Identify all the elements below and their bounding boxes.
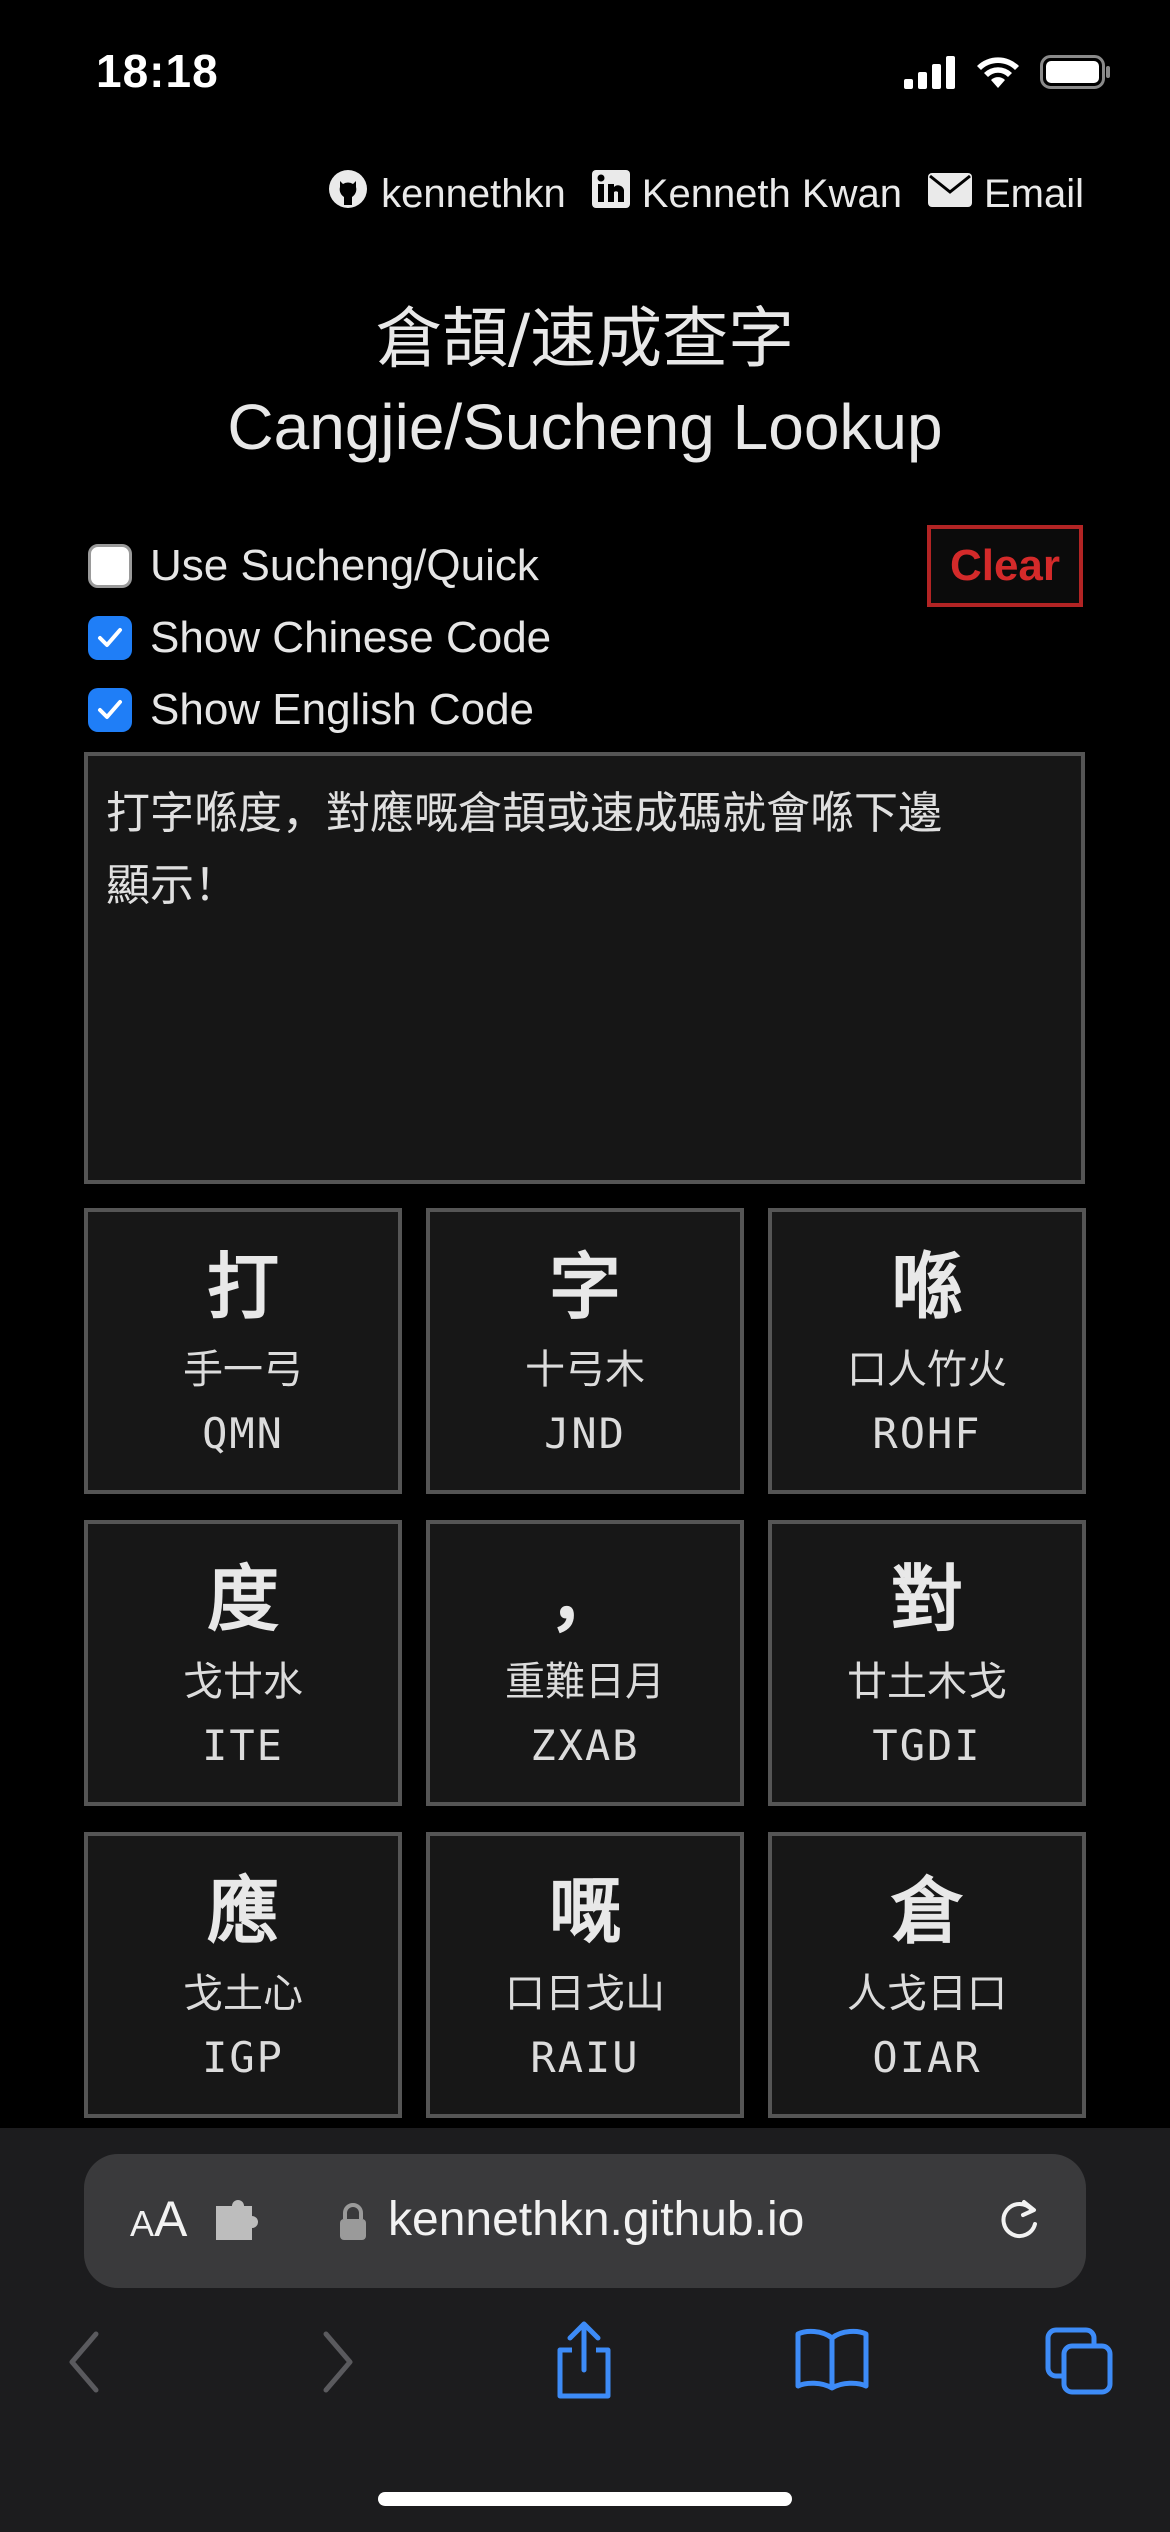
options-panel: Use Sucheng/Quick Show Chinese Code Show… — [88, 530, 551, 746]
card-english-code: ROHF — [872, 1408, 982, 1458]
sucheng-option[interactable]: Use Sucheng/Quick — [88, 530, 551, 602]
linkedin-link-label: Kenneth Kwan — [641, 171, 902, 216]
card-chinese-code: 人戈日口 — [847, 1970, 1007, 2017]
card-english-code: OIAR — [872, 2032, 982, 2082]
card-character: ， — [548, 1556, 621, 1641]
card-english-code: QMN — [202, 1408, 284, 1458]
card-character: 倉 — [890, 1868, 963, 1953]
github-link[interactable]: kennethkn — [327, 168, 566, 220]
result-card: 嘅 口日戈山 RAIU — [426, 1832, 744, 2118]
placeholder-line-1: 打字喺度，對應嘅倉頡或速成碼就會喺下邊 — [106, 788, 942, 839]
github-link-label: kennethkn — [381, 171, 566, 216]
github-icon — [327, 168, 369, 220]
wifi-icon — [974, 54, 1022, 95]
chinese-code-label: Show Chinese Code — [150, 613, 552, 662]
home-indicator — [378, 2492, 792, 2506]
aa-small: A — [130, 2203, 155, 2244]
card-chinese-code: 廿土木戈 — [847, 1658, 1007, 1705]
result-card: 喺 口人竹火 ROHF — [768, 1208, 1086, 1494]
card-english-code: RAIU — [530, 2032, 640, 2082]
results-grid: 打 手一弓 QMN 字 十弓木 JND 喺 口人竹火 ROHF 度 戈廿水 IT… — [84, 1208, 1086, 2118]
page-title-english: Cangjie/Sucheng Lookup — [227, 391, 943, 463]
english-code-checkbox[interactable] — [88, 688, 132, 732]
card-chinese-code: 十弓木 — [525, 1346, 645, 1393]
english-code-option[interactable]: Show English Code — [88, 674, 551, 746]
card-chinese-code: 重難日月 — [505, 1658, 665, 1705]
result-card: 字 十弓木 JND — [426, 1208, 744, 1494]
share-icon[interactable] — [552, 2320, 616, 2405]
card-english-code: TGDI — [872, 1720, 982, 1770]
status-time: 18:18 — [96, 45, 219, 97]
sucheng-checkbox[interactable] — [88, 544, 132, 588]
card-chinese-code: 口人竹火 — [847, 1346, 1007, 1393]
aa-large: A — [154, 2191, 188, 2247]
reader-settings-button[interactable]: AA — [130, 2190, 187, 2248]
card-chinese-code: 手一弓 — [183, 1346, 303, 1393]
result-card: 倉 人戈日口 OIAR — [768, 1832, 1086, 2118]
sucheng-label: Use Sucheng/Quick — [150, 541, 539, 590]
card-chinese-code: 口日戈山 — [505, 1970, 665, 2017]
signal-icon — [904, 55, 956, 94]
card-character: 對 — [890, 1556, 963, 1641]
battery-icon — [1040, 54, 1112, 95]
envelope-icon — [927, 172, 972, 217]
back-chevron-icon[interactable] — [64, 2330, 104, 2399]
checkmark-icon — [98, 628, 122, 647]
checkmark-icon — [98, 700, 122, 719]
lock-icon — [338, 2202, 368, 2247]
tabs-icon[interactable] — [1044, 2326, 1114, 2401]
english-code-label: Show English Code — [150, 685, 535, 734]
reload-icon[interactable] — [994, 2196, 1044, 2251]
card-character: 度 — [206, 1556, 279, 1641]
top-links: kennethkn Kenneth Kwan Email — [327, 168, 1084, 220]
result-card: 打 手一弓 QMN — [84, 1208, 402, 1494]
clear-button[interactable]: Clear — [927, 525, 1083, 607]
card-english-code: IGP — [202, 2032, 284, 2082]
page-title-chinese: 倉頡/速成查字 — [375, 300, 795, 377]
book-icon[interactable] — [794, 2326, 870, 2397]
card-character: 打 — [206, 1244, 279, 1329]
status-bar: 18:18 — [0, 0, 1170, 150]
card-character: 應 — [206, 1868, 279, 1953]
card-english-code: ITE — [202, 1720, 284, 1770]
email-link-label: Email — [983, 171, 1084, 216]
result-card: ， 重難日月 ZXAB — [426, 1520, 744, 1806]
card-english-code: JND — [544, 1408, 626, 1458]
result-card: 應 戈土心 IGP — [84, 1832, 402, 2118]
card-character: 嘅 — [548, 1868, 621, 1953]
status-icons — [904, 54, 1112, 95]
url-text[interactable]: kennethkn.github.io — [388, 2192, 804, 2247]
linkedin-icon — [591, 170, 630, 218]
email-link[interactable]: Email — [927, 171, 1084, 217]
placeholder-line-2: 顯示！ — [106, 860, 238, 911]
result-card: 對 廿土木戈 TGDI — [768, 1520, 1086, 1806]
card-character: 喺 — [890, 1244, 963, 1329]
extension-icon[interactable] — [212, 2200, 264, 2249]
card-chinese-code: 戈廿水 — [183, 1658, 303, 1705]
result-card: 度 戈廿水 ITE — [84, 1520, 402, 1806]
card-character: 字 — [548, 1244, 621, 1329]
linkedin-link[interactable]: Kenneth Kwan — [591, 170, 902, 218]
forward-chevron-icon[interactable] — [318, 2330, 358, 2399]
chinese-code-option[interactable]: Show Chinese Code — [88, 602, 551, 674]
card-english-code: ZXAB — [530, 1720, 640, 1770]
card-chinese-code: 戈土心 — [183, 1970, 303, 2017]
chinese-code-checkbox[interactable] — [88, 616, 132, 660]
text-input-area[interactable]: 打字喺度，對應嘅倉頡或速成碼就會喺下邊 顯示！ — [84, 752, 1085, 1184]
